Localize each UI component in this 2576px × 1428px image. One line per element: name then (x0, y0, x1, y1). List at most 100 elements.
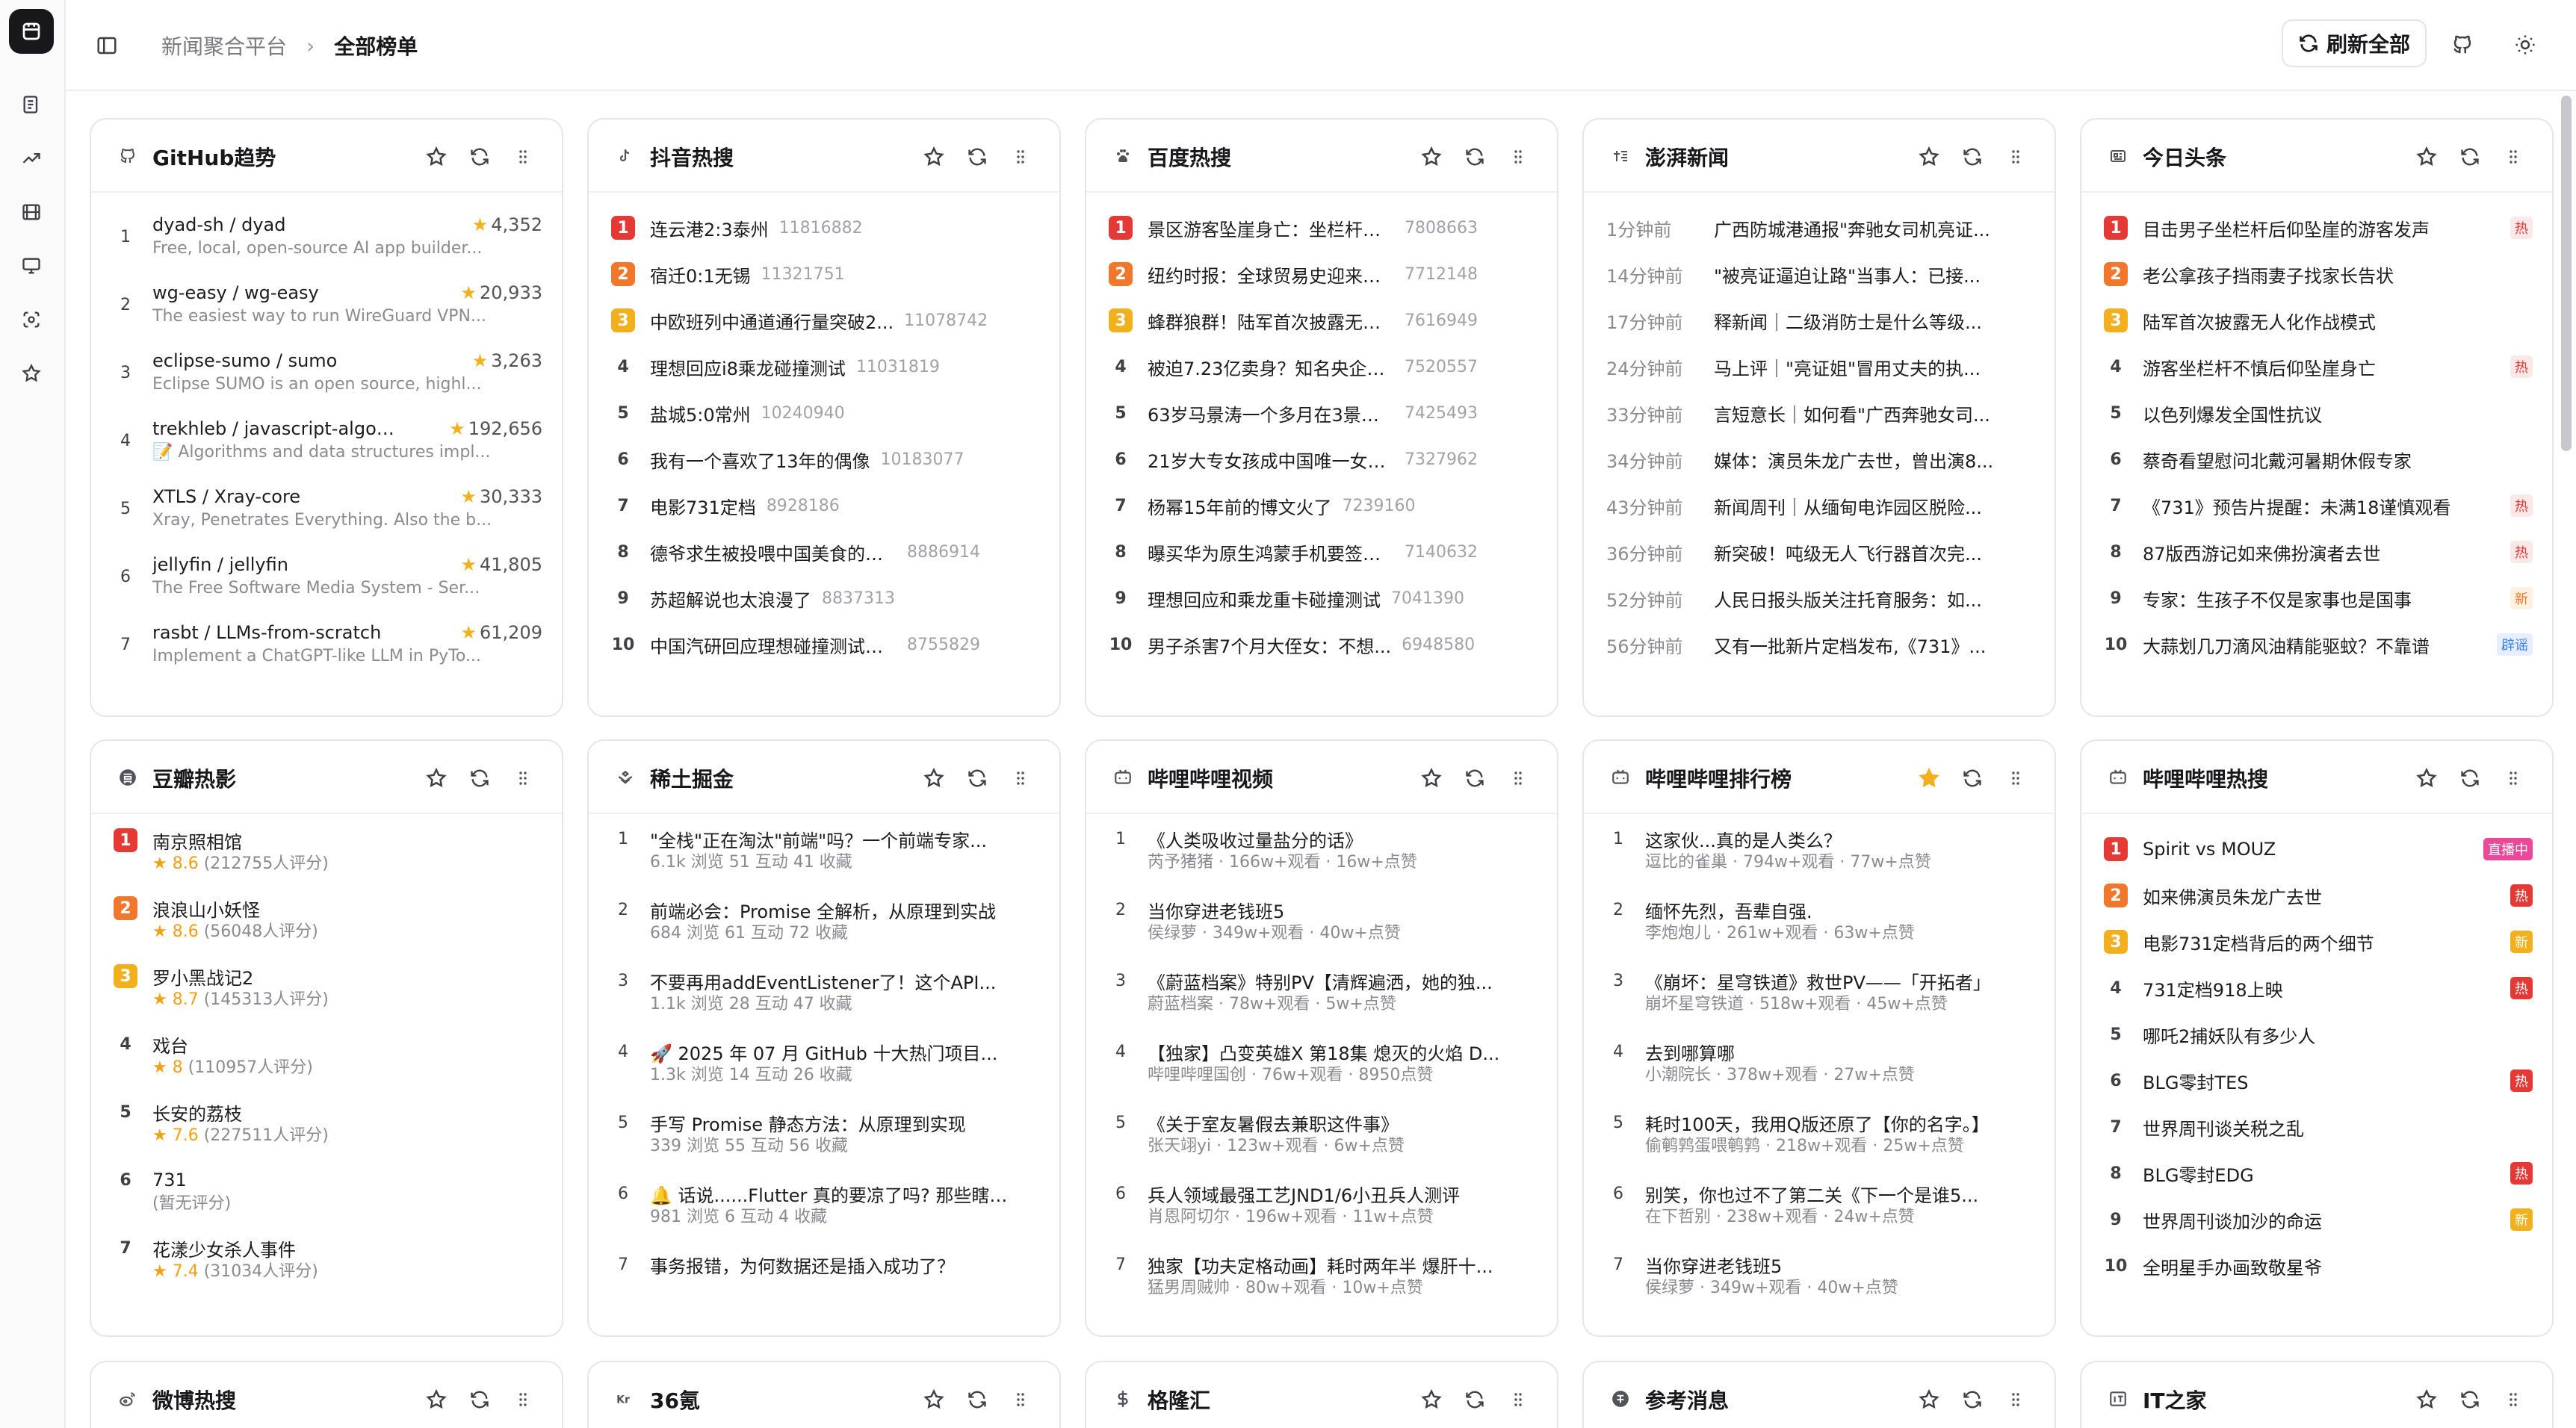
item-title[interactable]: 又有一批新片定档发布,《731》... (1714, 632, 1986, 658)
refresh-icon[interactable] (1460, 1385, 1490, 1415)
item-title[interactable]: 《731》预告片提醒：未满18谨慎观看 (2143, 493, 2450, 519)
list-item[interactable]: 1 景区游客坠崖身亡：坐栏杆上... 7808663 (1109, 215, 1538, 240)
list-item[interactable]: 4 731定档918上映 热 (2104, 975, 2533, 1001)
refresh-icon[interactable] (1957, 142, 1987, 172)
list-item[interactable]: 3 不要再用addEventListener了！这个API... 1.1k 浏览 2… (611, 968, 1040, 1016)
drag-handle-icon[interactable] (1503, 763, 1533, 793)
repo-item[interactable]: 5 XTLS / Xray-core ★ 30,333 Xray, Penetrates… (114, 484, 542, 532)
repo-name[interactable]: XTLS / Xray-core (152, 486, 300, 507)
list-item[interactable]: 10 全明星手办画致敬星爷 (2104, 1253, 2533, 1279)
item-title[interactable]: BLG零封EDG (2143, 1161, 2254, 1187)
list-item[interactable]: 36分钟前 新突破！吨级无人飞行器首次完... (1606, 539, 2035, 565)
drag-handle-icon[interactable] (508, 142, 538, 172)
item-title[interactable]: 87版西游记如来佛扮演者去世 (2143, 539, 2381, 565)
list-item[interactable]: 4 游客坐栏杆不慎后仰坠崖身亡 热 (2104, 354, 2533, 379)
list-item[interactable]: 1分钟前 广西防城港通报"奔驰女司机亮证... (1606, 215, 2035, 240)
repo-item[interactable]: 7 rasbt / LLMs-from-scratch ★ 61,209 Impleme… (114, 620, 542, 668)
item-title[interactable]: 被迫7.23亿卖身？知名央企严... (1148, 354, 1394, 380)
list-item[interactable]: 9 专家：生孩子不仅是家事也是国事 新 (2104, 586, 2533, 611)
star-icon[interactable] (1914, 142, 1944, 172)
movie-item[interactable]: 4 戏台 ★ 8 (110957人评分) (114, 1031, 542, 1079)
repo-name[interactable]: jellyfin / jellyfin (152, 554, 288, 575)
refresh-icon[interactable] (465, 763, 495, 793)
refresh-all-button[interactable]: 刷新全部 (2282, 19, 2427, 67)
item-title[interactable]: 蜂群狼群！陆军首次披露无人... (1148, 308, 1394, 334)
movie-item[interactable]: 7 花漾少女杀人事件 ★ 7.4 (31034人评分) (114, 1235, 542, 1283)
item-title[interactable]: 这家伙...真的是人类么？ (1645, 826, 1842, 852)
github-icon[interactable] (2443, 25, 2482, 64)
item-title[interactable]: 🔔 话说......Flutter 真的要凉了吗? 那些瞎吵... (650, 1181, 1024, 1207)
item-title[interactable]: 手写 Promise 静态方法：从原理到实现 (650, 1110, 966, 1136)
list-item[interactable]: 1 Spirit vs MOUZ 直播中 (2104, 836, 2533, 862)
item-title[interactable]: "全栈"正在淘汰"前端"吗？一个前端专家... (650, 826, 987, 852)
item-title[interactable]: 当你穿进老钱班5 (1148, 897, 1284, 923)
list-item[interactable]: 5 耗时100天，我用Q版还原了【你的名字。】 偷鹌鹑蛋喂鹌鹑 · 218w+观看 … (1606, 1110, 2035, 1158)
star-icon[interactable] (1914, 1385, 1944, 1415)
item-title[interactable]: 曝买华为原生鸿蒙手机要签知... (1148, 539, 1394, 565)
repo-name[interactable]: eclipse-sumo / sumo (152, 350, 337, 371)
list-item[interactable]: 7 电影731定档 8928186 (611, 493, 1040, 518)
list-item[interactable]: 2 缅怀先烈，吾辈自强. 李炮炮儿 · 261w+观看 · 63w+点赞 (1606, 897, 2035, 945)
refresh-icon[interactable] (1460, 142, 1490, 172)
item-title[interactable]: 电影731定档 (650, 493, 756, 519)
list-item[interactable]: 1 "全栈"正在淘汰"前端"吗？一个前端专家... 6.1k 浏览 51 互动 41… (611, 826, 1040, 874)
star-icon[interactable] (421, 142, 451, 172)
refresh-icon[interactable] (465, 1385, 495, 1415)
item-title[interactable]: 老公拿孩子挡雨妻子找家长告状 (2143, 261, 2394, 288)
sidebar-toggle-icon[interactable] (88, 27, 126, 64)
drag-handle-icon[interactable] (508, 1385, 538, 1415)
refresh-icon[interactable] (465, 142, 495, 172)
list-item[interactable]: 5 盐城5:0常州 10240940 (611, 400, 1040, 426)
repo-item[interactable]: 3 eclipse-sumo / sumo ★ 3,263 Eclipse SUMO i… (114, 348, 542, 396)
movie-title[interactable]: 罗小黑战记2 (152, 963, 253, 990)
list-item[interactable]: 10 男子杀害7个月大侄女：不想... 6948580 (1109, 632, 1538, 657)
refresh-icon[interactable] (1957, 1385, 1987, 1415)
list-item[interactable]: 2 前端必会：Promise 全解析，从原理到实战 684 浏览 61 互动 72 … (611, 897, 1040, 945)
repo-item[interactable]: 4 trekhleb / javascript-algorit... ★ 192,65… (114, 416, 542, 464)
list-item[interactable]: 2 纽约时报：全球贸易史迎来黑... 7712148 (1109, 261, 1538, 287)
item-title[interactable]: 不要再用addEventListener了！这个API... (650, 968, 996, 994)
repo-name[interactable]: dyad-sh / dyad (152, 214, 285, 235)
repo-name[interactable]: rasbt / LLMs-from-scratch (152, 622, 381, 643)
movie-title[interactable]: 花漾少女杀人事件 (152, 1235, 296, 1261)
repo-name[interactable]: trekhleb / javascript-algorit... (152, 418, 399, 439)
list-item[interactable]: 3 中欧班列中通道通行量突破2... 11078742 (611, 308, 1040, 333)
list-item[interactable]: 5 哪吒2捕妖队有多少人 (2104, 1022, 2533, 1047)
list-item[interactable]: 2 当你穿进老钱班5 侯绿萝 · 349w+观看 · 40w+点赞 (1109, 897, 1538, 945)
refresh-icon[interactable] (962, 142, 992, 172)
list-item[interactable]: 7 当你穿进老钱班5 侯绿萝 · 349w+观看 · 40w+点赞 (1606, 1252, 2035, 1300)
list-item[interactable]: 7 事务报错，为何数据还是插入成功了？ (611, 1252, 1040, 1277)
star-icon[interactable] (2412, 1385, 2442, 1415)
movie-item[interactable]: 6 731 (暂无评分) (114, 1167, 542, 1215)
list-item[interactable]: 8 曝买华为原生鸿蒙手机要签知... 7140632 (1109, 539, 1538, 565)
item-title[interactable]: 别笑，你也过不了第二关《下一个是谁5... (1645, 1181, 1978, 1207)
theme-sun-icon[interactable] (2506, 25, 2545, 64)
drag-handle-icon[interactable] (1503, 1385, 1533, 1415)
item-title[interactable]: 广西防城港通报"奔驰女司机亮证... (1714, 215, 1990, 241)
item-title[interactable]: 理想回应和乘龙重卡碰撞测试 (1148, 586, 1381, 612)
list-item[interactable]: 8 德爷求生被投喂中国美食的反应 8886914 (611, 539, 1040, 565)
item-title[interactable]: 21岁大专女孩成中国唯一女拱... (1148, 447, 1394, 473)
item-title[interactable]: 马上评｜"亮证姐"冒用丈夫的执... (1714, 354, 1981, 380)
list-item[interactable]: 56分钟前 又有一批新片定档发布,《731》... (1606, 632, 2035, 657)
list-item[interactable]: 14分钟前 "被亮证逼迫让路"当事人：已接... (1606, 261, 2035, 287)
list-item[interactable]: 6 蔡奇看望慰问北戴河暑期休假专家 (2104, 447, 2533, 472)
item-title[interactable]: Spirit vs MOUZ (2143, 839, 2276, 860)
refresh-icon[interactable] (2455, 142, 2485, 172)
item-title[interactable]: 男子杀害7个月大侄女：不想... (1148, 632, 1391, 658)
item-title[interactable]: 世界周刊谈关税之乱 (2143, 1114, 2304, 1140)
item-title[interactable]: 释新闻｜二级消防士是什么等级... (1714, 308, 1982, 334)
item-title[interactable]: 如来佛演员朱龙广去世 (2143, 883, 2322, 909)
item-title[interactable]: 以色列爆发全国性抗议 (2143, 400, 2322, 426)
item-title[interactable]: 理想回应i8乘龙碰撞测试 (650, 354, 846, 380)
movie-item[interactable]: 1 南京照相馆 ★ 8.6 (212755人评分) (114, 828, 542, 875)
list-item[interactable]: 17分钟前 释新闻｜二级消防士是什么等级... (1606, 308, 2035, 333)
list-item[interactable]: 5 以色列爆发全国性抗议 (2104, 400, 2533, 426)
list-item[interactable]: 7 《731》预告片提醒：未满18谨慎观看 热 (2104, 493, 2533, 518)
refresh-icon[interactable] (2455, 763, 2485, 793)
film-icon[interactable] (15, 196, 48, 229)
item-title[interactable]: 德爷求生被投喂中国美食的反应 (650, 539, 897, 565)
drag-handle-icon[interactable] (508, 763, 538, 793)
item-title[interactable]: 媒体：演员朱龙广去世，曾出演8... (1714, 447, 1993, 473)
list-item[interactable]: 3 《崩坏：星穹铁道》救世PV——「开拓者」 崩坏星穹铁道 · 518w+观看 · … (1606, 968, 2035, 1016)
